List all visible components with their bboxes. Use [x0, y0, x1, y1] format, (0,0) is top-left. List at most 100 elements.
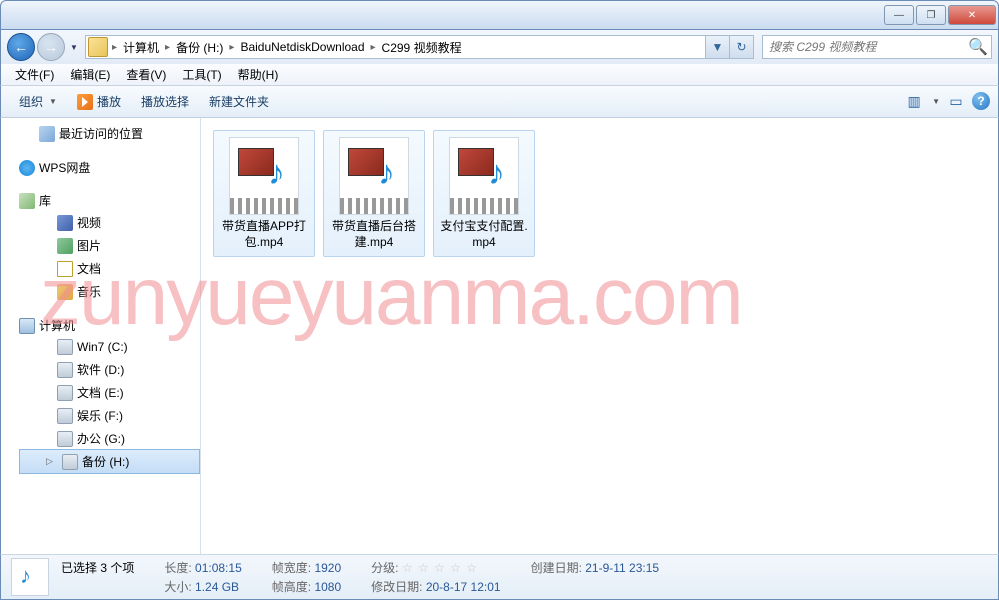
drive-icon	[57, 362, 73, 378]
chevron-down-icon: ▼	[49, 97, 57, 106]
breadcrumb-sep: ▸	[369, 42, 378, 53]
breadcrumb-sep: ▸	[227, 42, 236, 53]
forward-button: →	[37, 33, 65, 61]
size-label: 大小:	[164, 580, 191, 594]
sidebar-group-wps: WPS网盘	[1, 157, 200, 178]
music-icon	[57, 284, 73, 300]
rating-label: 分级:	[371, 561, 398, 575]
play-button[interactable]: 播放	[67, 89, 131, 114]
folder-icon	[88, 37, 108, 57]
navigation-bar: ← → ▼ ▸ 计算机 ▸ 备份 (H:) ▸ BaiduNetdiskDown…	[0, 30, 999, 64]
breadcrumb[interactable]: C299 视频教程	[378, 39, 466, 56]
sidebar-group-library: 库 视频 图片 文档 音乐	[1, 190, 200, 303]
sidebar-item-library[interactable]: 库	[19, 190, 200, 211]
breadcrumb[interactable]: 备份 (H:)	[172, 39, 227, 56]
sidebar-group-computer: 计算机 Win7 (C:) 软件 (D:) 文档 (E:) 娱乐 (F:) 办公…	[1, 315, 200, 474]
address-bar[interactable]: ▸ 计算机 ▸ 备份 (H:) ▸ BaiduNetdiskDownload ▸…	[85, 35, 754, 59]
frameheight-value: 1080	[314, 580, 341, 594]
document-icon	[57, 261, 73, 277]
picture-icon	[57, 238, 73, 254]
video-thumbnail	[339, 137, 409, 215]
rating-value[interactable]: ☆ ☆ ☆ ☆ ☆	[402, 561, 478, 575]
preview-pane-button[interactable]: ▭	[946, 92, 966, 112]
drive-icon	[62, 454, 78, 470]
video-thumbnail	[449, 137, 519, 215]
wps-icon	[19, 160, 35, 176]
menu-view[interactable]: 查看(V)	[118, 64, 174, 85]
recent-icon	[39, 126, 55, 142]
expand-icon[interactable]: ▷	[44, 456, 55, 467]
sidebar-item-drive-f[interactable]: 娱乐 (F:)	[19, 404, 200, 427]
refresh-button[interactable]: ↻	[729, 36, 753, 58]
details-thumbnail	[11, 558, 49, 596]
sidebar-item-videos[interactable]: 视频	[19, 211, 200, 234]
details-pane: 已选择 3 个项 长度: 01:08:15 帧宽度: 1920 分级: ☆ ☆ …	[0, 554, 999, 600]
search-icon[interactable]: 🔍	[965, 36, 991, 58]
search-input[interactable]	[763, 40, 965, 54]
video-icon	[57, 215, 73, 231]
length-label: 长度:	[164, 561, 191, 575]
sidebar-item-drive-e[interactable]: 文档 (E:)	[19, 381, 200, 404]
sidebar-item-drive-h[interactable]: ▷备份 (H:)	[19, 449, 200, 474]
nav-arrows: ← → ▼	[7, 33, 81, 61]
main-area: 最近访问的位置 WPS网盘 库 视频 图片 文档 音乐 计算机 Win7 (C:…	[0, 118, 999, 554]
toolbar: 组织▼ 播放 播放选择 新建文件夹 ▥ ▼ ▭ ?	[0, 86, 999, 118]
navigation-pane: 最近访问的位置 WPS网盘 库 视频 图片 文档 音乐 计算机 Win7 (C:…	[1, 118, 201, 554]
file-list[interactable]: 带货直播APP打包.mp4 带货直播后台搭建.mp4 支付宝支付配置.mp4	[201, 118, 998, 554]
framewidth-label: 帧宽度:	[272, 561, 311, 575]
sidebar-item-pictures[interactable]: 图片	[19, 234, 200, 257]
drive-icon	[57, 339, 73, 355]
file-item[interactable]: 带货直播后台搭建.mp4	[323, 130, 425, 257]
sidebar-item-recent[interactable]: 最近访问的位置	[1, 122, 200, 145]
framewidth-value: 1920	[314, 561, 341, 575]
breadcrumb-sep: ▸	[110, 42, 119, 53]
created-value: 21-9-11 23:15	[585, 561, 659, 575]
computer-icon	[19, 318, 35, 334]
sidebar-item-drive-g[interactable]: 办公 (G:)	[19, 427, 200, 450]
minimize-button[interactable]: —	[884, 5, 914, 25]
menu-help[interactable]: 帮助(H)	[230, 64, 287, 85]
drive-icon	[57, 431, 73, 447]
menu-tools[interactable]: 工具(T)	[174, 64, 229, 85]
address-dropdown[interactable]: ▼	[705, 36, 729, 58]
search-bar: 🔍	[762, 35, 992, 59]
file-name: 带货直播后台搭建.mp4	[328, 219, 420, 250]
menu-edit[interactable]: 编辑(E)	[62, 64, 118, 85]
close-button[interactable]: ✕	[948, 5, 996, 25]
file-item[interactable]: 带货直播APP打包.mp4	[213, 130, 315, 257]
breadcrumb[interactable]: BaiduNetdiskDownload	[236, 40, 368, 54]
modified-label: 修改日期:	[371, 580, 422, 594]
size-value: 1.24 GB	[195, 580, 239, 594]
created-label: 创建日期:	[531, 561, 582, 575]
play-icon	[77, 94, 93, 110]
titlebar: — ❐ ✕	[0, 0, 999, 30]
sidebar-item-drive-c[interactable]: Win7 (C:)	[19, 336, 200, 358]
length-value: 01:08:15	[195, 561, 242, 575]
breadcrumb[interactable]: 计算机	[119, 39, 163, 56]
maximize-button[interactable]: ❐	[916, 5, 946, 25]
organize-button[interactable]: 组织▼	[9, 89, 67, 114]
frameheight-label: 帧高度:	[272, 580, 311, 594]
menu-file[interactable]: 文件(F)	[7, 64, 62, 85]
library-icon	[19, 193, 35, 209]
video-thumbnail	[229, 137, 299, 215]
sidebar-item-drive-d[interactable]: 软件 (D:)	[19, 358, 200, 381]
modified-value: 20-8-17 12:01	[426, 580, 501, 594]
file-name: 支付宝支付配置.mp4	[438, 219, 530, 250]
sidebar-item-music[interactable]: 音乐	[19, 280, 200, 303]
view-mode-button[interactable]: ▥	[904, 92, 924, 112]
sidebar-item-computer[interactable]: 计算机	[19, 315, 200, 336]
sidebar-item-documents[interactable]: 文档	[19, 257, 200, 280]
back-button[interactable]: ←	[7, 33, 35, 61]
new-folder-button[interactable]: 新建文件夹	[199, 89, 279, 114]
drive-icon	[57, 408, 73, 424]
window-controls: — ❐ ✕	[884, 5, 996, 25]
file-item[interactable]: 支付宝支付配置.mp4	[433, 130, 535, 257]
drive-icon	[57, 385, 73, 401]
help-icon[interactable]: ?	[972, 92, 990, 110]
selection-count: 已选择 3 个项	[61, 559, 134, 576]
history-dropdown[interactable]: ▼	[67, 37, 81, 57]
chevron-down-icon: ▼	[932, 97, 940, 106]
sidebar-item-wps[interactable]: WPS网盘	[19, 157, 200, 178]
play-select-button[interactable]: 播放选择	[131, 89, 199, 114]
